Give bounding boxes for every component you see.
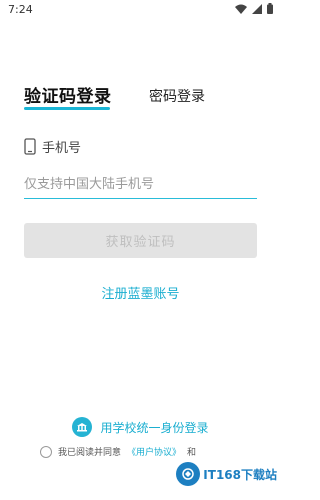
campus-login-button[interactable]: 用学校统一身份登录 (0, 417, 281, 437)
battery-icon (267, 3, 273, 14)
phone-label-row: 手机号 (24, 137, 81, 156)
login-tabs: 验证码登录 密码登录 (0, 82, 281, 112)
phone-icon (24, 138, 36, 155)
agreement-checkbox[interactable] (40, 445, 52, 458)
status-bar: 7:24 (0, 0, 281, 20)
status-icons (235, 3, 273, 14)
phone-label: 手机号 (42, 141, 82, 156)
campus-login-label: 用学校统一身份登录 (100, 420, 209, 435)
phone-input[interactable] (24, 170, 257, 199)
user-agreement-link[interactable]: 《用户协议》 (127, 445, 181, 458)
tab-sms-login[interactable]: 验证码登录 (24, 82, 112, 107)
get-code-button[interactable]: 获取验证码 (24, 223, 257, 258)
tab-password-login[interactable]: 密码登录 (149, 86, 205, 106)
watermark: IT168下载站 (176, 462, 277, 486)
tab-active-indicator (24, 107, 110, 110)
status-time: 7:24 (8, 3, 33, 16)
agreement-prefix: 我已阅读并同意 (58, 448, 122, 458)
agreement-and: 和 (187, 448, 197, 458)
watermark-logo-icon (176, 462, 201, 486)
watermark-text: IT168下载站 (203, 467, 277, 482)
signal-icon (252, 3, 262, 14)
agreement-row: 我已阅读并同意 《用户协议》 和 (40, 445, 196, 458)
wifi-icon (235, 4, 247, 14)
register-link[interactable]: 注册蓝墨账号 (0, 283, 281, 302)
school-icon (72, 417, 93, 437)
